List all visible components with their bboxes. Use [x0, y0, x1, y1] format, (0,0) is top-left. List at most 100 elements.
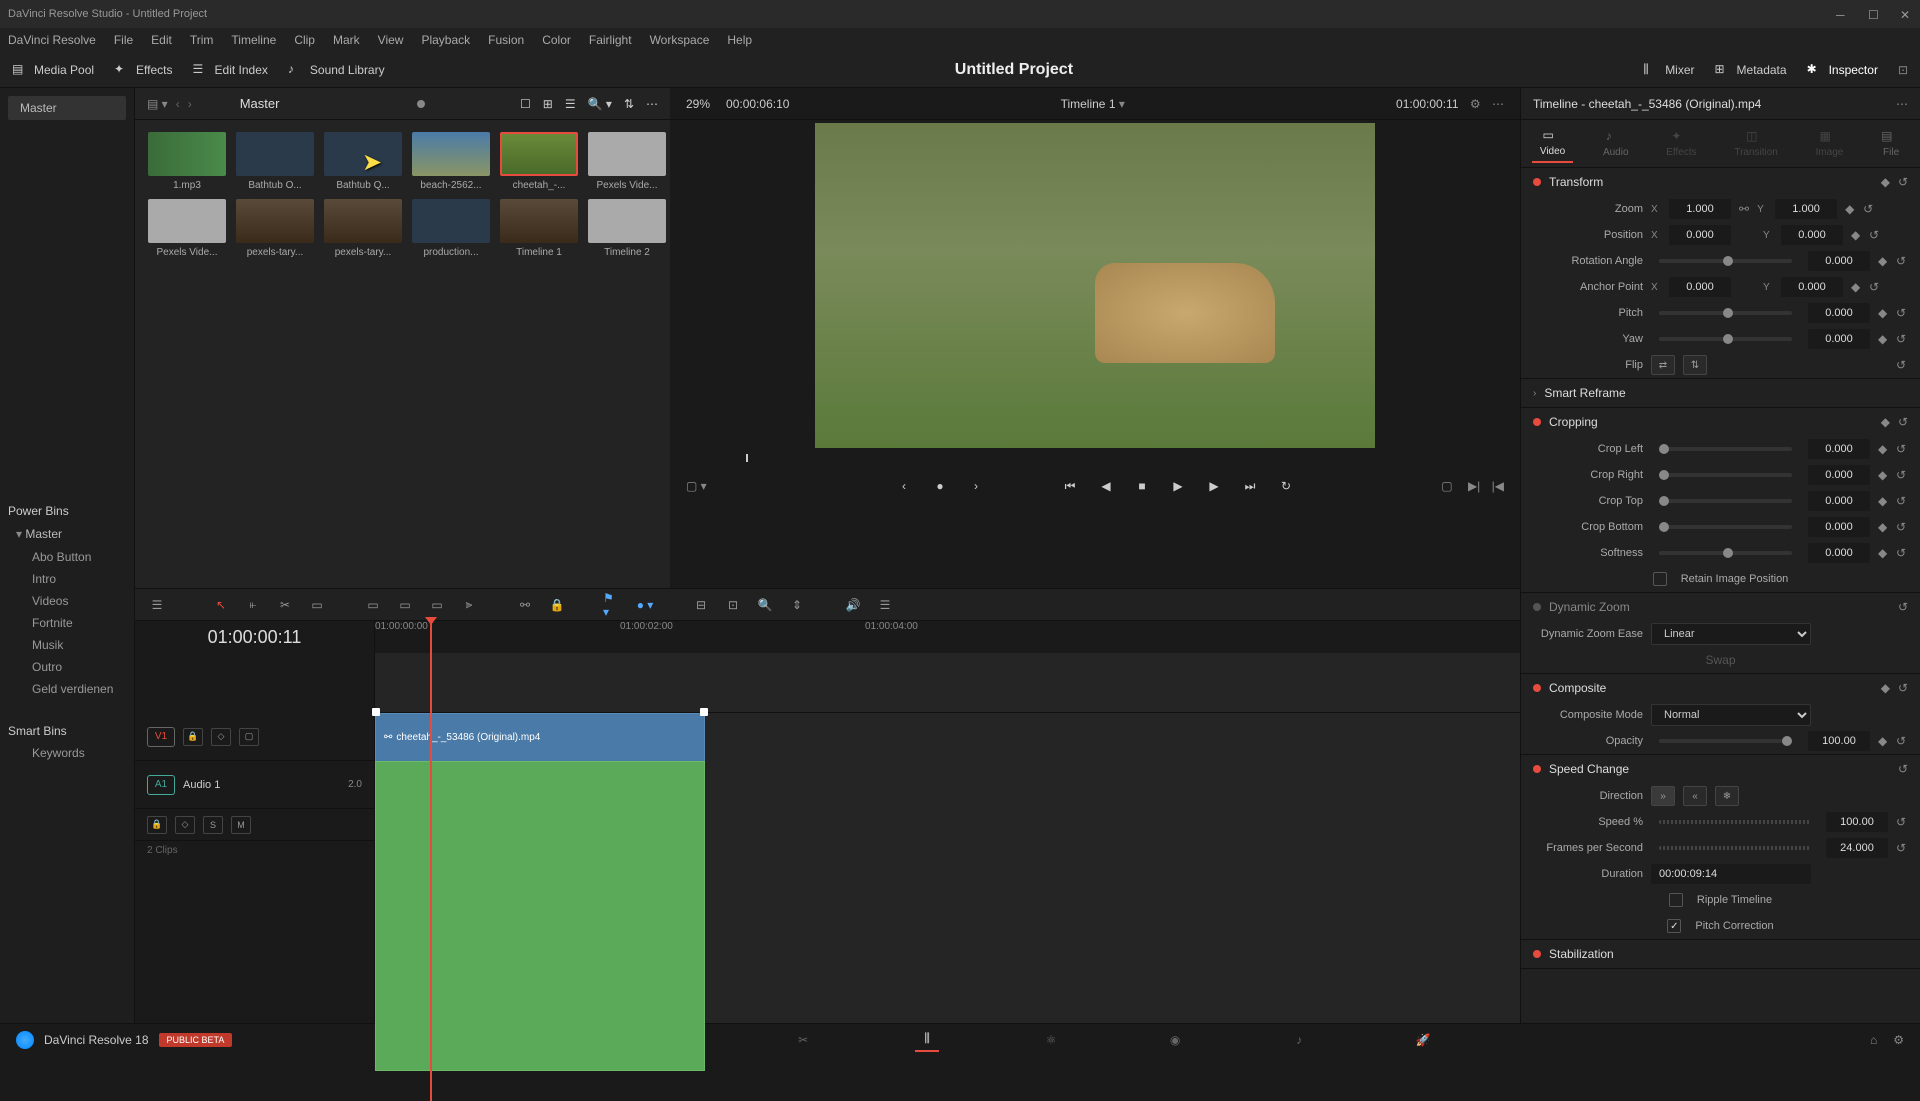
speed-slider[interactable]	[1659, 820, 1810, 824]
loop-icon[interactable]: ↻	[1277, 477, 1295, 495]
reset-icon[interactable]: ↺	[1898, 415, 1908, 429]
menu-edit[interactable]: Edit	[151, 33, 172, 47]
keyframe-icon[interactable]: ◆	[1878, 494, 1888, 508]
bin-master[interactable]: Master	[8, 96, 126, 120]
page-color-icon[interactable]: ◉	[1163, 1028, 1187, 1052]
next-edit-icon[interactable]: ›	[967, 477, 985, 495]
keyframe-icon[interactable]: ◆	[1878, 468, 1888, 482]
settings-icon[interactable]: ⚙	[1893, 1033, 1904, 1047]
duration-input[interactable]	[1651, 864, 1811, 884]
section-composite[interactable]: Composite ◆↺	[1521, 674, 1920, 702]
zoom-in-icon[interactable]: 🔍	[755, 595, 775, 615]
zoom-y-input[interactable]	[1775, 199, 1837, 219]
page-fusion-icon[interactable]: ⚛	[1039, 1028, 1063, 1052]
bin-musik[interactable]: Musik	[8, 634, 126, 656]
blade-tool-icon[interactable]: ✂	[275, 595, 295, 615]
section-dynamiczoom[interactable]: Dynamic Zoom ↺	[1521, 593, 1920, 621]
audio-mute-icon[interactable]: M	[231, 816, 251, 834]
first-frame-icon[interactable]: ⏮	[1061, 477, 1079, 495]
media-item[interactable]: pexels-tary...	[323, 199, 403, 258]
edit-index-toggle[interactable]: ☰Edit Index	[193, 62, 268, 78]
reset-icon[interactable]: ↺	[1896, 358, 1908, 372]
media-item[interactable]: pexels-tary...	[235, 199, 315, 258]
media-item[interactable]: 1.mp3	[147, 132, 227, 191]
keyframe-icon[interactable]: ◆	[1878, 254, 1888, 268]
replace-icon[interactable]: ▭	[395, 595, 415, 615]
stop-point-icon[interactable]: ●	[931, 477, 949, 495]
menu-timeline[interactable]: Timeline	[231, 33, 276, 47]
rotation-slider[interactable]	[1659, 259, 1792, 263]
reset-icon[interactable]: ↺	[1898, 600, 1908, 614]
yaw-slider[interactable]	[1659, 337, 1792, 341]
page-deliver-icon[interactable]: 🚀	[1411, 1028, 1435, 1052]
effects-toggle[interactable]: ✦Effects	[114, 62, 172, 78]
mixer-toggle[interactable]: ⫼Mixer	[1643, 62, 1694, 78]
inspector-toggle[interactable]: ✱Inspector	[1807, 62, 1878, 78]
keyframe-icon[interactable]: ◆	[1851, 280, 1861, 294]
opacity-slider[interactable]	[1659, 739, 1792, 743]
view-mode-icon[interactable]: ▤ ▾	[147, 97, 168, 111]
keyframe-icon[interactable]: ◆	[1878, 734, 1888, 748]
video-clip[interactable]: ⚯ cheetah_-_53486 (Original).mp4	[375, 713, 705, 761]
retain-checkbox[interactable]	[1653, 572, 1667, 586]
audio-clip[interactable]	[375, 761, 705, 1071]
close-button[interactable]: ✕	[1900, 8, 1912, 20]
media-item[interactable]: Timeline 1	[499, 199, 579, 258]
sound-library-toggle[interactable]: ♪Sound Library	[288, 62, 385, 78]
search-icon[interactable]: 🔍 ▾	[588, 97, 612, 111]
sort-icon[interactable]: ⇅	[624, 97, 634, 111]
a1-label[interactable]: A1	[147, 775, 175, 795]
fps-slider[interactable]	[1659, 846, 1810, 850]
power-bins-header[interactable]: Power Bins	[8, 500, 126, 522]
insert-icon[interactable]: ▭	[307, 595, 327, 615]
keyframe-icon[interactable]: ◆	[1881, 681, 1890, 695]
section-speed[interactable]: Speed Change ↺	[1521, 755, 1920, 783]
menu-fairlight[interactable]: Fairlight	[589, 33, 632, 47]
media-item[interactable]: production...	[411, 199, 491, 258]
dir-fwd-button[interactable]: »	[1651, 786, 1675, 806]
stop-icon[interactable]: ■	[1133, 477, 1151, 495]
step-fwd-icon[interactable]: ▶	[1205, 477, 1223, 495]
reset-icon[interactable]: ↺	[1869, 228, 1881, 242]
audio-solo-icon[interactable]: S	[203, 816, 223, 834]
home-icon[interactable]: ⌂	[1870, 1033, 1877, 1047]
nav-back-icon[interactable]: ‹	[176, 97, 180, 111]
options-icon[interactable]: ⋯	[646, 97, 658, 111]
softness-slider[interactable]	[1659, 551, 1792, 555]
bin-keywords[interactable]: Keywords	[8, 742, 126, 764]
comp-mode-select[interactable]: Normal	[1651, 704, 1811, 726]
menu-davinciresolve[interactable]: DaVinci Resolve	[8, 33, 96, 47]
audio-track-header[interactable]: A1 Audio 1 2.0	[135, 761, 374, 809]
keyframe-icon[interactable]: ◆	[1881, 415, 1890, 429]
media-item[interactable]: Timeline 2	[587, 199, 667, 258]
keyframe-icon[interactable]: ◆	[1878, 332, 1888, 346]
link-icon[interactable]: ⚯	[515, 595, 535, 615]
ripple-icon[interactable]: ⫸	[459, 595, 479, 615]
dir-rev-button[interactable]: «	[1683, 786, 1707, 806]
reset-icon[interactable]: ↺	[1896, 442, 1908, 456]
keyframe-icon[interactable]: ◆	[1878, 520, 1888, 534]
media-breadcrumb[interactable]: Master	[240, 96, 280, 111]
fps-input[interactable]	[1826, 838, 1888, 858]
pitch-input[interactable]	[1808, 303, 1870, 323]
section-smartreframe[interactable]: ›Smart Reframe	[1521, 379, 1920, 407]
crop-left-input[interactable]	[1808, 439, 1870, 459]
menu-color[interactable]: Color	[542, 33, 571, 47]
prev-edit-icon[interactable]: ‹	[895, 477, 913, 495]
media-item[interactable]: beach-2562...	[411, 132, 491, 191]
pos-x-input[interactable]	[1669, 225, 1731, 245]
crop-bottom-slider[interactable]	[1659, 525, 1792, 529]
menu-workspace[interactable]: Workspace	[650, 33, 710, 47]
overlay-icon[interactable]: ▢ ▾	[686, 479, 707, 493]
viewer-zoom[interactable]: 29%	[686, 97, 710, 111]
reset-icon[interactable]: ↺	[1863, 202, 1875, 216]
reset-icon[interactable]: ↺	[1896, 546, 1908, 560]
menu-clip[interactable]: Clip	[294, 33, 315, 47]
reset-icon[interactable]: ↺	[1896, 332, 1908, 346]
play-icon[interactable]: ▶	[1169, 477, 1187, 495]
tab-audio[interactable]: ♪Audio	[1595, 125, 1637, 162]
video-track-header[interactable]: V1 🔒 ◇ ▢	[135, 713, 374, 761]
nav-fwd-icon[interactable]: ›	[188, 97, 192, 111]
media-item[interactable]: Bathtub Q...	[323, 132, 403, 191]
tab-transition[interactable]: ◫Transition	[1726, 125, 1786, 162]
